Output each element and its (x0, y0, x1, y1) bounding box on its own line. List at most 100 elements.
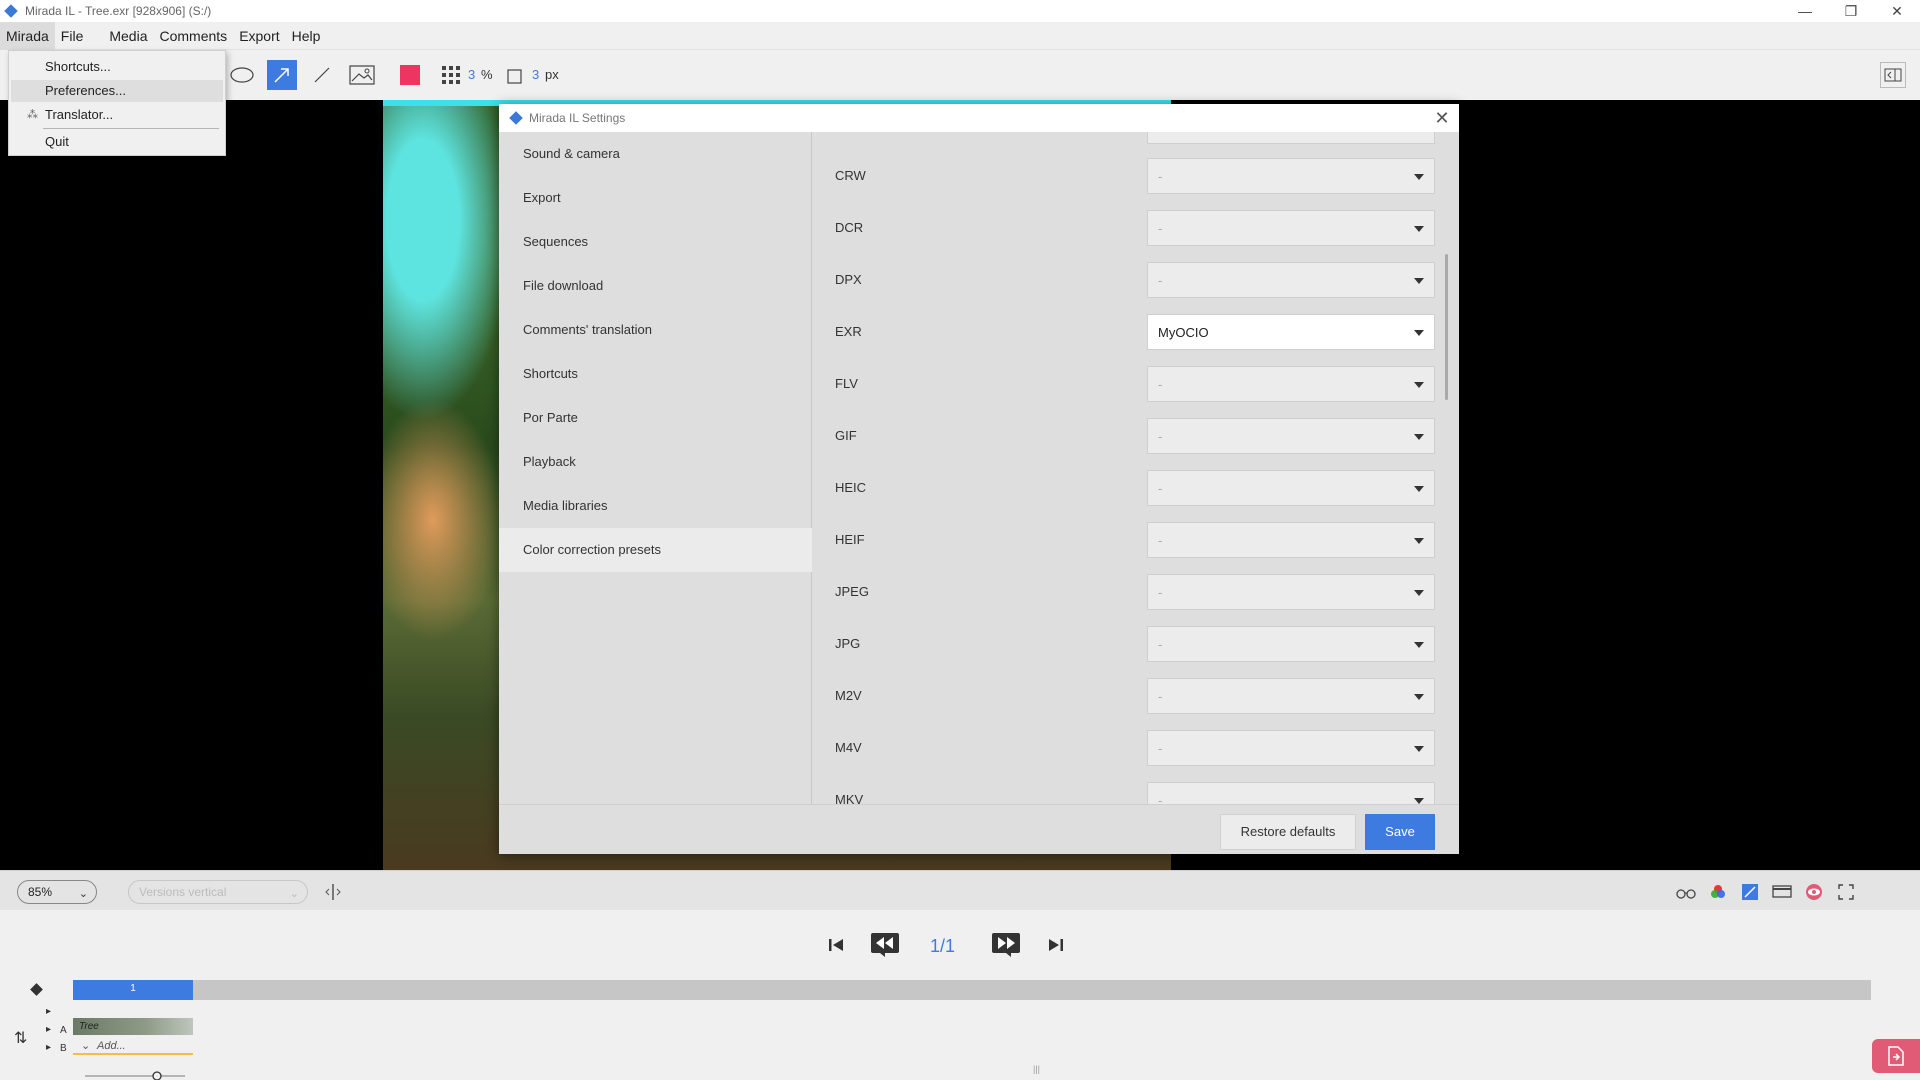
clip-thumbnail[interactable]: Tree (73, 1018, 193, 1035)
menu-comments[interactable]: Comments (154, 22, 234, 50)
menu-help[interactable]: Help (286, 22, 327, 50)
sidebar-item-sequences[interactable]: Sequences (499, 220, 812, 264)
menu-item-translator[interactable]: ⁂ Translator... (11, 104, 223, 126)
preset-select[interactable]: - (1147, 158, 1435, 194)
skip-to-start-icon (829, 939, 843, 951)
visibility-button[interactable] (1803, 881, 1825, 903)
panel-toggle-button[interactable] (1880, 62, 1906, 88)
maximize-button[interactable]: ❐ (1828, 0, 1874, 22)
color-channels-button[interactable] (1707, 881, 1729, 903)
preset-select-value: - (1158, 533, 1163, 548)
track-height-slider[interactable] (85, 1069, 185, 1080)
image-tool[interactable] (347, 60, 377, 90)
line-tool[interactable] (307, 60, 337, 90)
expand-tracks-icon[interactable]: ▸ (46, 1006, 51, 1017)
menu-media[interactable]: Media (103, 22, 153, 50)
stroke-value[interactable]: 3 (532, 67, 539, 82)
export-button[interactable] (1872, 1039, 1920, 1073)
save-button[interactable]: Save (1365, 814, 1435, 850)
sidebar-item-por-parte[interactable]: Por Parte (499, 396, 812, 440)
preset-select[interactable]: - (1147, 574, 1435, 610)
preset-format-label: JPG (835, 636, 861, 651)
arrow-tool[interactable] (267, 60, 297, 90)
preset-select-value: - (1158, 637, 1163, 652)
minimize-button[interactable]: — (1782, 0, 1828, 22)
sidebar-item-sound-camera[interactable]: Sound & camera (499, 132, 812, 176)
dropdown-arrow-icon (1414, 174, 1424, 180)
dialog-title: Mirada IL Settings (529, 111, 626, 125)
preset-select[interactable]: - (1147, 730, 1435, 766)
timeline-segment[interactable]: 1 (73, 980, 193, 1000)
menu-mirada[interactable]: Mirada (0, 21, 55, 50)
preset-select[interactable]: - (1147, 470, 1435, 506)
close-icon[interactable]: ✕ (1431, 107, 1453, 129)
previous-frame-button[interactable] (870, 930, 900, 960)
app-logo-icon (4, 4, 18, 18)
ellipse-tool[interactable] (227, 60, 257, 90)
next-frame-button[interactable] (991, 930, 1021, 960)
grid-value[interactable]: 3 (468, 67, 475, 82)
zoom-select[interactable]: 85% ⌄ (17, 880, 97, 904)
fullscreen-button[interactable] (1835, 881, 1857, 903)
preset-row: M4V - (813, 728, 1435, 768)
preset-format-label: EXR (835, 324, 862, 339)
menu-export[interactable]: Export (233, 22, 285, 50)
color-presets-list[interactable]: CRW - DCR - DPX - EXR MyOCIO FLV - GIF -… (813, 132, 1459, 804)
restore-defaults-button[interactable]: Restore defaults (1220, 814, 1356, 850)
versions-layout-select[interactable]: Versions vertical ⌄ (128, 880, 308, 904)
preset-select-value: - (1158, 689, 1163, 704)
preset-format-label: JPEG (835, 584, 869, 599)
close-window-button[interactable]: ✕ (1874, 0, 1920, 22)
sidebar-item-color-correction-presets[interactable]: Color correction presets (499, 528, 812, 572)
menu-file[interactable]: File (55, 22, 90, 50)
presets-scrollbar[interactable] (1445, 254, 1448, 400)
binoculars-icon (1676, 889, 1696, 899)
preset-select[interactable]: - (1147, 262, 1435, 298)
preset-select-value: - (1158, 273, 1163, 288)
preset-format-label: DCR (835, 220, 864, 235)
chevron-down-icon: ⌄ (289, 888, 299, 900)
preset-select[interactable]: - (1147, 626, 1435, 662)
timeline-horizontal-scrollbar[interactable]: ||| (210, 1064, 1860, 1074)
preset-select[interactable]: - (1147, 678, 1435, 714)
preset-select-value: MyOCIO (1158, 325, 1209, 340)
track-b-expand-icon[interactable]: ▸ (46, 1042, 51, 1053)
swap-tracks-icon[interactable]: ⇅ (14, 1028, 27, 1048)
versions-layout-value: Versions vertical (139, 885, 227, 899)
preset-select[interactable] (1147, 132, 1435, 144)
sidebar-item-playback[interactable]: Playback (499, 440, 812, 484)
keyframe-diamond-icon[interactable] (30, 983, 43, 996)
preset-format-label: M2V (835, 688, 862, 703)
last-frame-button[interactable] (1041, 930, 1071, 960)
sidebar-item-comments-translation[interactable]: Comments' translation (499, 308, 812, 352)
preset-select[interactable]: MyOCIO (1147, 314, 1435, 350)
menu-item-shortcuts[interactable]: Shortcuts... (11, 56, 223, 78)
preset-select[interactable]: - (1147, 210, 1435, 246)
add-version-row[interactable]: ⌄ Add... (73, 1038, 193, 1055)
stroke-width-tool[interactable] (500, 60, 530, 90)
settings-dialog: Mirada IL Settings ✕ Sound & camera Expo… (499, 104, 1459, 854)
track-a-label: A (60, 1025, 67, 1036)
split-view-button[interactable] (322, 881, 344, 903)
menu-item-quit[interactable]: Quit (11, 131, 223, 153)
preset-row: EXR MyOCIO (813, 312, 1435, 352)
preset-select[interactable]: - (1147, 418, 1435, 454)
display-mode-button[interactable] (1771, 881, 1793, 903)
first-frame-button[interactable] (821, 930, 851, 960)
grid-tool[interactable] (436, 60, 466, 90)
track-a-expand-icon[interactable]: ▸ (46, 1024, 51, 1035)
color-picker[interactable] (395, 60, 425, 90)
sidebar-item-media-libraries[interactable]: Media libraries (499, 484, 812, 528)
sidebar-item-shortcuts[interactable]: Shortcuts (499, 352, 812, 396)
timeline-ruler[interactable]: 1 (73, 980, 1871, 1000)
preset-select[interactable]: - (1147, 522, 1435, 558)
menu-item-preferences[interactable]: Preferences... (11, 80, 223, 102)
compare-button[interactable] (1675, 881, 1697, 903)
sidebar-item-file-download[interactable]: File download (499, 264, 812, 308)
chevron-down-icon: ⌄ (81, 1040, 91, 1052)
sidebar-item-export[interactable]: Export (499, 176, 812, 220)
preset-format-label: FLV (835, 376, 858, 391)
preset-select[interactable]: - (1147, 782, 1435, 804)
color-correction-button[interactable] (1739, 881, 1761, 903)
preset-select[interactable]: - (1147, 366, 1435, 402)
